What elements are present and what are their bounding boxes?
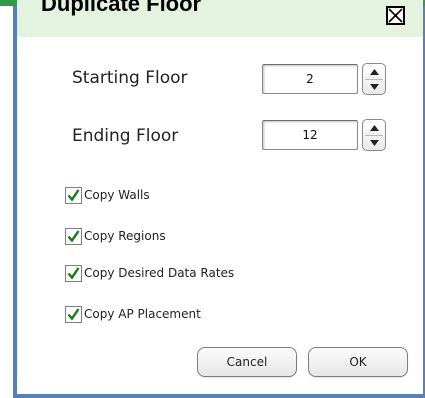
dialog-titlebar: Duplicate Floor [17, 0, 423, 37]
close-icon[interactable] [386, 6, 405, 25]
left-margin [0, 6, 12, 398]
cancel-button[interactable]: Cancel [197, 347, 297, 377]
copy-desired-data-rates-checkbox[interactable] [65, 264, 82, 282]
window-bottom-border [13, 394, 425, 398]
starting-floor-label: Starting Floor [72, 68, 188, 88]
dialog-title: Duplicate Floor [41, 0, 202, 16]
copy-ap-placement-option[interactable]: Copy AP Placement [65, 304, 201, 324]
spinner-down-icon[interactable] [363, 79, 385, 94]
ending-floor-label: Ending Floor [72, 126, 179, 146]
window-left-border [13, 6, 17, 396]
copy-regions-label: Copy Regions [84, 229, 166, 243]
copy-regions-checkbox[interactable] [65, 227, 82, 245]
ending-floor-spinner[interactable] [362, 119, 386, 151]
starting-floor-input[interactable]: 2 [262, 64, 358, 94]
spinner-up-icon[interactable] [363, 120, 385, 135]
copy-desired-data-rates-option[interactable]: Copy Desired Data Rates [65, 263, 234, 283]
copy-regions-option[interactable]: Copy Regions [65, 226, 166, 246]
ok-button[interactable]: OK [308, 347, 408, 377]
check-mark-icon [67, 188, 80, 201]
copy-walls-option[interactable]: Copy Walls [65, 185, 150, 205]
check-mark-icon [67, 229, 80, 242]
duplicate-floor-dialog: Duplicate Floor Starting Floor 2 Ending … [0, 0, 425, 398]
ending-floor-input[interactable]: 12 [262, 120, 358, 150]
spinner-down-icon[interactable] [363, 135, 385, 150]
check-mark-icon [67, 307, 80, 320]
copy-ap-placement-label: Copy AP Placement [84, 307, 201, 321]
copy-ap-placement-checkbox[interactable] [65, 305, 82, 323]
copy-walls-checkbox[interactable] [65, 186, 82, 204]
starting-floor-spinner[interactable] [362, 63, 386, 95]
copy-walls-label: Copy Walls [84, 188, 150, 202]
spinner-up-icon[interactable] [363, 64, 385, 79]
copy-desired-data-rates-label: Copy Desired Data Rates [84, 266, 235, 280]
check-mark-icon [67, 266, 80, 279]
